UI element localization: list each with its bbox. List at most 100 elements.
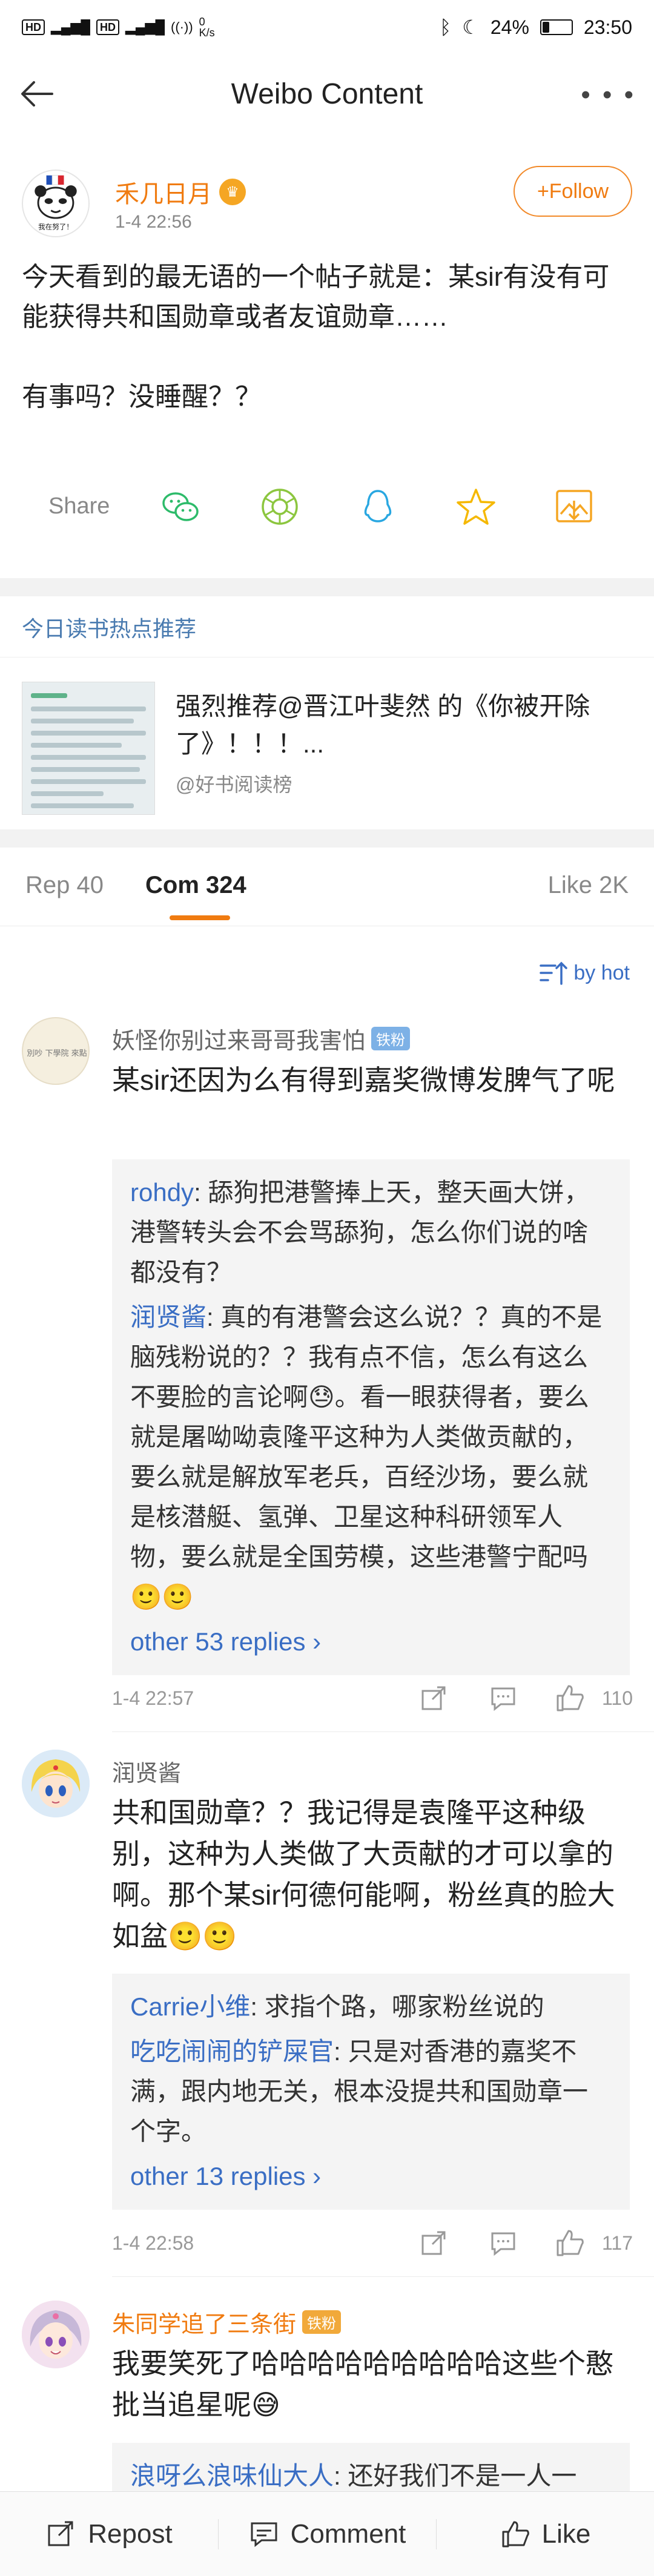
tab-reposts[interactable]: Rep 40 (25, 872, 104, 899)
text-avatar-icon: 別吵 下學院 來點 (27, 1049, 87, 1058)
reply-item: rohdy: 舔狗把港警捧上天，整天画大饼，港警转头会不会骂舔狗，怎么你们说的啥… (130, 1173, 612, 1293)
sort-icon (540, 961, 568, 985)
battery-percent: 24% (490, 16, 529, 38)
hd-tag: HD (96, 19, 120, 35)
star-favorite-icon[interactable] (454, 485, 498, 529)
status-right: ᛒ ☾ 24% 23:50 (440, 16, 632, 39)
book-thumbnail (22, 682, 155, 815)
reading-card[interactable]: 强烈推荐@晋江叶斐然 的《你被开除了》！！！... @好书阅读榜 (0, 657, 654, 826)
reply-text: : 求指个路，哪家粉丝说的 (250, 1992, 544, 2021)
author-avatar[interactable]: 我在努了！ (22, 170, 90, 237)
page-title: Weibo Content (231, 77, 423, 110)
comment-icon[interactable] (487, 1682, 519, 1714)
share-label: Share (48, 493, 110, 519)
section-divider (0, 829, 654, 848)
reply-text: : 舔狗把港警捧上天，整天画大饼，港警转头会不会骂舔狗，怎么你们说的啥都没有？ (130, 1178, 590, 1286)
repost-icon (48, 2521, 73, 2546)
more-replies-link[interactable]: other 53 replies › (130, 1622, 612, 1662)
reply-author[interactable]: 润贤酱 (130, 1303, 206, 1331)
thumb-up-icon (502, 2521, 529, 2547)
reading-text: 强烈推荐@晋江叶斐然 的《你被开除了》！！！... (176, 692, 590, 758)
comment-text: 我要笑死了哈哈哈哈哈哈哈哈哈这些个憨批当追星呢😅 (112, 2348, 613, 2420)
svg-text:別吵 下學院 來點: 別吵 下學院 來點 (27, 1049, 87, 1058)
post-time: 1-4 22:56 (115, 212, 192, 232)
reply-text: : 还好我们不是一人一 (334, 2462, 577, 2490)
comment-icon (251, 2522, 277, 2547)
repost-button[interactable]: Repost (0, 2492, 218, 2576)
reply-item: 吃吃闹闹的铲屎官: 只是对香港的嘉奖不满，跟内地无关，根本没提共和国勋章一个字。 (130, 2032, 612, 2152)
comment-meta: 1-4 22:58 117 (112, 2225, 633, 2261)
commenter-name[interactable]: 润贤酱 (112, 1754, 181, 1788)
sort-button[interactable]: by hot (538, 960, 630, 986)
reading-source: @好书阅读榜 (176, 774, 292, 796)
more-replies-link[interactable]: other 13 replies › (130, 2156, 612, 2196)
thumb-up-icon[interactable] (554, 2227, 586, 2259)
svg-text:我在努了！: 我在努了！ (38, 222, 73, 231)
commenter-name[interactable]: 朱同学追了三条街 铁粉 (112, 2305, 342, 2339)
commenter-avatar[interactable]: 別吵 下學院 來點 (22, 1017, 90, 1085)
forward-icon[interactable] (418, 1682, 449, 1714)
like-count: 110 (601, 1687, 633, 1709)
reply-author[interactable]: Carrie小维 (130, 1992, 250, 2021)
reply-author[interactable]: 浪呀么浪味仙大人 (130, 2462, 334, 2490)
signal-icon: ▂▄▆█ (51, 19, 91, 35)
commenter-name[interactable]: 妖怪你别过来哥哥我害怕 铁粉 (112, 1022, 411, 1055)
comment-icon[interactable] (487, 2227, 519, 2259)
reply-author[interactable]: 吃吃闹闹的铲屎官 (130, 2037, 334, 2066)
wifi-icon: ((·)) (171, 19, 193, 35)
more-options-icon[interactable]: • • • (581, 80, 636, 110)
wechat-icon[interactable] (159, 485, 202, 529)
thumb-up-icon[interactable] (554, 1682, 586, 1714)
tab-comments[interactable]: Com 324 (145, 872, 246, 899)
battery-icon (540, 19, 573, 35)
reply-item: 润贤酱: 真的有港警会这么说？？真的不是脑残粉说的？？我有点不信，怎么有这么不要… (130, 1297, 612, 1617)
comment-meta: 1-4 22:57 110 (112, 1680, 633, 1716)
moments-icon[interactable] (258, 485, 302, 529)
comment-button[interactable]: Comment (218, 2492, 436, 2576)
comment-text: 共和国勋章？？我记得是袁隆平这种级别，这种为人类做了大贡献的才可以拿的啊。那个某… (112, 1797, 615, 1952)
comment-text: 某sir还因为么有得到嘉奖微博发脾气了呢 (112, 1064, 615, 1096)
fan-badge: 铁粉 (302, 2310, 342, 2334)
like-button[interactable]: Like (436, 2492, 654, 2576)
commenter-name-text[interactable]: 朱同学追了三条街 (112, 2305, 296, 2339)
network-speed: 0 K/s (199, 16, 215, 39)
qq-icon[interactable] (356, 485, 400, 529)
vip-badge-icon: ♛ (219, 179, 246, 205)
sort-label: by hot (573, 961, 630, 984)
reply-box[interactable]: 浪呀么浪味仙大人: 还好我们不是一人一 (112, 2443, 630, 2491)
follow-button[interactable]: +Follow (514, 166, 632, 217)
commenter-name-text[interactable]: 润贤酱 (112, 1754, 181, 1788)
reading-section-title[interactable]: 今日读书热点推荐 (22, 611, 196, 643)
bluetooth-icon: ᛒ (439, 16, 452, 38)
comment-label: Comment (290, 2518, 406, 2549)
reply-box[interactable]: Carrie小维: 求指个路，哪家粉丝说的 吃吃闹闹的铲屎官: 只是对香港的嘉奖… (112, 1974, 630, 2210)
app-header: Weibo Content • • • (0, 54, 654, 133)
post-text: 今天看到的最无语的一个帖子就是：某sir有没有可能获得共和国勋章或者友谊勋章……… (22, 262, 610, 412)
reply-box[interactable]: rohdy: 舔狗把港警捧上天，整天画大饼，港警转头会不会骂舔狗，怎么你们说的啥… (112, 1159, 630, 1675)
reply-item: Carrie小维: 求指个路，哪家粉丝说的 (130, 1987, 612, 2027)
tab-likes[interactable]: Like 2K (548, 872, 629, 899)
panda-face-icon: 我在努了！ (23, 171, 88, 236)
back-arrow-icon[interactable] (17, 73, 59, 115)
reply-author[interactable]: rohdy (130, 1178, 194, 1207)
signal-icon: ▂▄▆█ (125, 19, 165, 35)
anime-girl-avatar-icon (22, 1750, 90, 1817)
status-bar: HD ▂▄▆█ HD ▂▄▆█ ((·)) 0 K/s ᛒ ☾ 24% 23:5… (0, 0, 654, 54)
reply-text: : 真的有港警会这么说？？真的不是脑残粉说的？？我有点不信，怎么有这么不要脸的言… (130, 1303, 603, 1611)
clock: 23:50 (583, 16, 632, 38)
section-divider (0, 578, 654, 596)
author-name[interactable]: 禾几日月 ♛ (115, 174, 246, 209)
repost-label: Repost (88, 2518, 173, 2549)
author-name-text[interactable]: 禾几日月 (115, 174, 212, 209)
tab-bar: Rep 40 Com 324 Like 2K (0, 848, 654, 926)
active-tab-indicator (170, 915, 230, 920)
comment-divider (112, 1731, 654, 1732)
commenter-avatar[interactable] (22, 1750, 90, 1817)
anime-girl-avatar-icon (22, 2301, 90, 2368)
commenter-name-text[interactable]: 妖怪你别过来哥哥我害怕 (112, 1022, 365, 1055)
share-row: Share (0, 475, 654, 536)
save-image-icon[interactable] (552, 485, 596, 529)
status-left: HD ▂▄▆█ HD ▂▄▆█ ((·)) 0 K/s (22, 16, 215, 38)
forward-icon[interactable] (418, 2227, 449, 2259)
commenter-avatar[interactable] (22, 2301, 90, 2368)
